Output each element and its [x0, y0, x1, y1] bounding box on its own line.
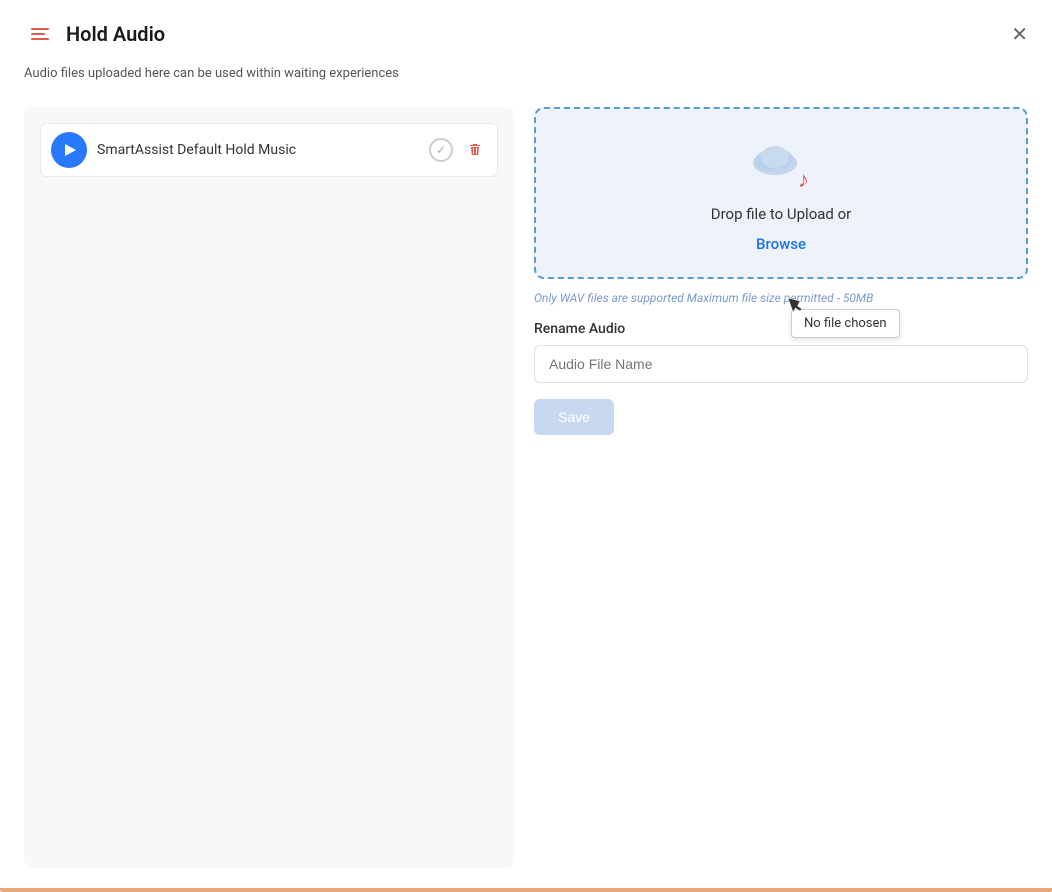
- trash-icon: [467, 142, 483, 158]
- rename-label: Rename Audio: [534, 321, 1028, 337]
- upload-zone[interactable]: ♪ Drop file to Upload or Browse No file …: [534, 107, 1028, 279]
- audio-item: SmartAssist Default Hold Music ✓: [40, 123, 498, 177]
- left-panel: SmartAssist Default Hold Music ✓: [24, 107, 514, 868]
- audio-name: SmartAssist Default Hold Music: [97, 142, 419, 158]
- rename-input[interactable]: [534, 345, 1028, 383]
- rename-section: Rename Audio: [534, 321, 1028, 383]
- play-icon: [65, 144, 76, 156]
- drop-file-text: Drop file to Upload or: [711, 205, 851, 223]
- upload-hint: Only WAV files are supported Maximum fil…: [534, 291, 1028, 305]
- right-panel: ♪ Drop file to Upload or Browse No file …: [534, 107, 1028, 868]
- play-button[interactable]: [51, 132, 87, 168]
- upload-icon: ♪: [749, 139, 813, 193]
- modal-container: Hold Audio ✕ Audio files uploaded here c…: [0, 0, 1052, 892]
- modal-title: Hold Audio: [66, 22, 1028, 46]
- music-note-icon: ♪: [798, 167, 809, 193]
- check-icon: ✓: [429, 138, 453, 162]
- modal-subtitle: Audio files uploaded here can be used wi…: [0, 62, 1052, 97]
- music-lines-icon: [24, 18, 56, 50]
- no-file-tooltip: No file chosen: [791, 309, 900, 338]
- modal-header: Hold Audio ✕: [0, 0, 1052, 62]
- save-button[interactable]: Save: [534, 399, 614, 435]
- modal-body: SmartAssist Default Hold Music ✓: [0, 97, 1052, 892]
- cloud-icon: [749, 139, 801, 177]
- close-button[interactable]: ✕: [1007, 18, 1032, 51]
- bottom-bar: [0, 888, 1052, 892]
- browse-link[interactable]: Browse: [756, 235, 806, 253]
- delete-button[interactable]: [463, 140, 487, 160]
